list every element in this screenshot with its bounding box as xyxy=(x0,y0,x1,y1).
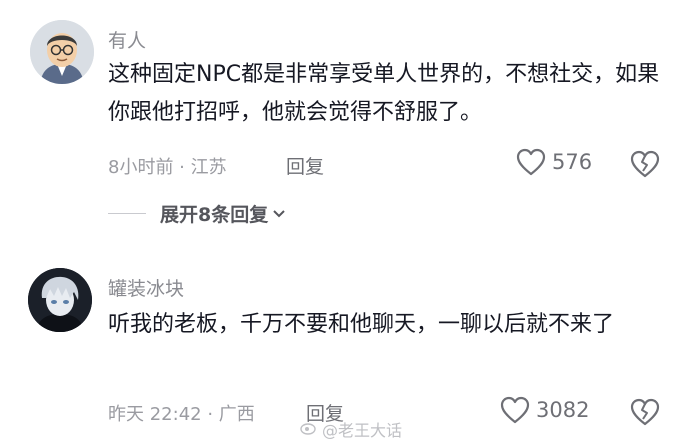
comment-meta: 昨天 22:42 · 广西 xyxy=(108,404,255,425)
reply-button[interactable]: 回复 xyxy=(286,152,324,179)
broken-heart-icon xyxy=(630,398,660,430)
broken-heart-icon xyxy=(630,150,660,182)
like-count: 3082 xyxy=(536,398,590,422)
like-count: 576 xyxy=(552,150,593,174)
weibo-logo-icon xyxy=(300,419,318,439)
expand-replies-label: 展开8条回复 xyxy=(160,204,269,226)
avatar[interactable] xyxy=(28,268,92,332)
chevron-down-icon xyxy=(272,204,286,223)
watermark-text: @老王大话 xyxy=(322,421,403,440)
comment-text: 听我的老板，千万不要和他聊天，一聊以后就不来了 xyxy=(108,312,615,337)
like-button[interactable]: 3082 xyxy=(500,396,589,424)
username[interactable]: 有人 xyxy=(108,26,146,53)
comment-item-2: 罐装冰块 听我的老板，千万不要和他聊天，一聊以后就不来了 昨天 22:42 · … xyxy=(0,250,690,445)
username[interactable]: 罐装冰块 xyxy=(108,274,184,301)
comment-meta: 8小时前 · 江苏 xyxy=(108,157,227,178)
expand-divider xyxy=(108,213,146,214)
comment-item-1: 有人 这种固定NPC都是非常享受单人世界的，不想社交，如果你跟他打招呼，他就会觉… xyxy=(0,0,690,230)
like-button[interactable]: 576 xyxy=(516,148,592,176)
dislike-button[interactable] xyxy=(630,150,660,182)
heart-icon xyxy=(516,148,546,176)
comment-text: 这种固定NPC都是非常享受单人世界的，不想社交，如果你跟他打招呼，他就会觉得不舒… xyxy=(108,62,660,125)
cartoon-man-avatar-icon xyxy=(30,20,94,84)
dislike-button[interactable] xyxy=(630,398,660,430)
expand-replies-button[interactable]: 展开8条回复 xyxy=(108,200,286,227)
watermark: @老王大话 xyxy=(300,417,402,441)
heart-icon xyxy=(500,396,530,424)
anime-boy-avatar-icon xyxy=(28,268,92,332)
avatar[interactable] xyxy=(30,20,94,84)
